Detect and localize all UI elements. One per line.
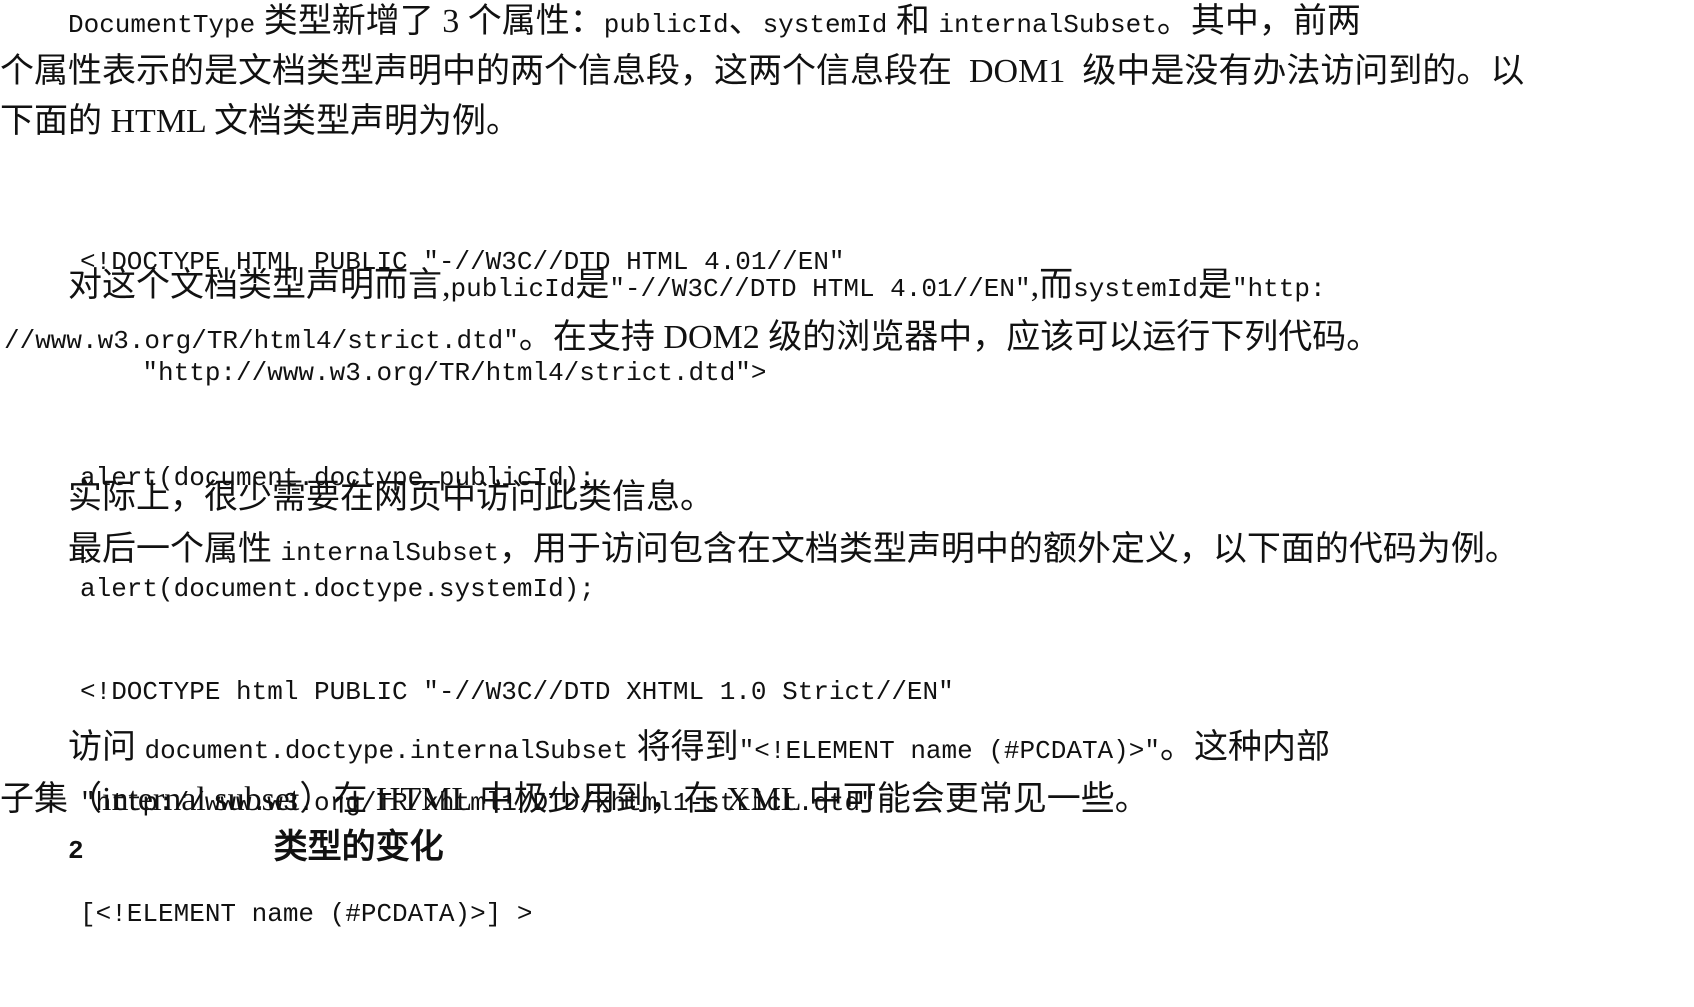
paragraph-3-line-1: 实际上，很少需要在网页中访问此类信息。: [68, 479, 714, 516]
inline-code: 2: [68, 836, 84, 866]
document-page: DocumentType 类型新增了 3 个属性：publicId、system…: [0, 0, 1694, 929]
body-text: 是: [575, 267, 610, 304]
body-text: 最后一个属性: [68, 531, 281, 568]
paragraph-4-line-1: 最后一个属性 internalSubset，用于访问包含在文档类型声明中的额外定…: [68, 530, 1519, 573]
inline-code: "<!ELEMENT name (#PCDATA)>": [738, 736, 1160, 766]
inline-code: systemId: [1073, 274, 1198, 304]
body-text: 类型的变化: [273, 829, 444, 866]
body-text: 将得到: [628, 729, 739, 766]
inline-code: publicId: [603, 10, 729, 40]
body-text: 类型新增了 3 个属性：: [255, 3, 604, 40]
partial-section-heading: 2 类型的变化: [68, 828, 444, 871]
code-line: <!DOCTYPE html PUBLIC "-//W3C//DTD XHTML…: [80, 677, 954, 707]
inline-code: "http:: [1231, 274, 1326, 304]
paragraph-1-line-2: 个属性表示的是文档类型声明中的两个信息段，这两个信息段在 DOM1 级中是没有办…: [0, 53, 1525, 90]
paragraph-5-line-2: 子集（internal subset）在 HTML 中极少用到，在 XML 中可…: [0, 781, 1149, 818]
paragraph-5-line-1: 访问 document.doctype.internalSubset 将得到"<…: [68, 728, 1330, 771]
paragraph-2-line-1: 对这个文档类型声明而言,publicId是"-//W3C//DTD HTML 4…: [68, 266, 1326, 309]
body-text: 访问: [68, 729, 145, 766]
paragraph-1-line-3: 下面的 HTML 文档类型声明为例。: [0, 103, 521, 140]
body-text: 对这个文档类型声明而言,: [68, 267, 451, 304]
body-text: 。其中，前两: [1156, 3, 1361, 40]
body-text: 、: [728, 3, 763, 40]
body-text: ，用于访问包含在文档类型声明中的额外定义，以下面的代码为例。: [498, 531, 1519, 568]
inline-code: //www.w3.org/TR/html4/strict.dtd": [4, 326, 519, 356]
inline-code: document.doctype.internalSubset: [144, 736, 629, 766]
paragraph-2-line-2: //www.w3.org/TR/html4/strict.dtd"。在支持 DO…: [4, 318, 1380, 361]
paragraph-1-line-1: DocumentType 类型新增了 3 个属性：publicId、system…: [68, 2, 1361, 45]
body-text: ,而: [1030, 267, 1074, 304]
inline-code: internalSubset: [280, 538, 499, 568]
inline-code: systemId: [762, 10, 888, 40]
body-text: 。在支持 DOM2 级的浏览器中，应该可以运行下列代码。: [518, 319, 1381, 356]
body-text: 是: [1197, 267, 1232, 304]
inline-code: publicId: [450, 274, 576, 304]
code-line: [<!ELEMENT name (#PCDATA)>] >: [80, 899, 533, 929]
body-text: 。这种内部: [1159, 729, 1330, 766]
inline-code: internalSubset: [938, 10, 1157, 40]
body-text: 和: [887, 3, 939, 40]
inline-code: DocumentType: [68, 10, 256, 40]
inline-code: "-//W3C//DTD HTML 4.01//EN": [609, 274, 1031, 304]
